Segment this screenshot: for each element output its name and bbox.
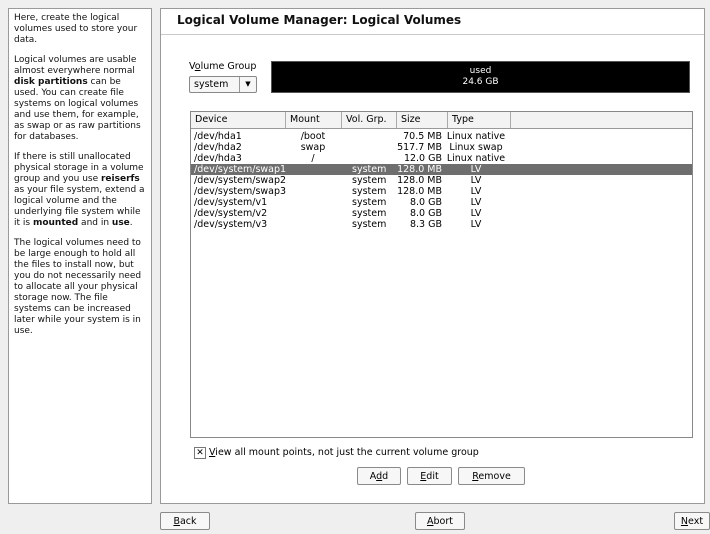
- edit-button[interactable]: Edit: [407, 467, 452, 485]
- table-row[interactable]: /dev/system/swap2 system 128.0 MB LV: [191, 175, 692, 186]
- usage-value: 24.6 GB: [462, 77, 499, 87]
- cell-device: /dev/system/swap2: [194, 175, 287, 186]
- usage-bar: used 24.6 GB: [271, 61, 690, 93]
- cell-device: /dev/system/v2: [194, 208, 268, 219]
- cell-vol-grp: system: [352, 208, 387, 219]
- add-button[interactable]: Add: [357, 467, 401, 485]
- cell-type: LV: [470, 186, 482, 197]
- remove-button[interactable]: Remove: [458, 467, 525, 485]
- cell-vol-grp: system: [352, 197, 387, 208]
- view-all-checkbox[interactable]: ✕: [194, 447, 206, 459]
- table-row[interactable]: /dev/system/v3 system 8.3 GB LV: [191, 219, 692, 230]
- cell-mount: /boot: [300, 131, 326, 142]
- help-paragraph: If there is still unallocated physical s…: [14, 152, 145, 228]
- cell-size: 8.3 GB: [409, 219, 442, 230]
- table-row[interactable]: /dev/hda2 swap 517.7 MB Linux swap: [191, 142, 692, 153]
- cell-size: 8.0 GB: [409, 208, 442, 219]
- column-header-type[interactable]: Type: [448, 112, 511, 128]
- checkmark-icon: ✕: [196, 448, 204, 458]
- cell-type: LV: [470, 175, 482, 186]
- cell-vol-grp: system: [352, 219, 387, 230]
- cell-mount: /: [311, 153, 315, 164]
- volume-group-label: Volume Group: [189, 61, 256, 72]
- volume-group-select[interactable]: system ▼: [189, 76, 257, 93]
- table-row-selected[interactable]: /dev/system/swap1 system 128.0 MB LV: [191, 164, 692, 175]
- usage-label: used: [469, 66, 492, 76]
- cell-size: 128.0 MB: [397, 175, 442, 186]
- cell-device: /dev/hda3: [194, 153, 242, 164]
- cell-size: 128.0 MB: [397, 164, 442, 175]
- cell-size: 8.0 GB: [409, 197, 442, 208]
- cell-type: Linux native: [446, 131, 506, 142]
- cell-type: Linux swap: [449, 142, 503, 153]
- cell-size: 517.7 MB: [397, 142, 442, 153]
- back-button[interactable]: Back: [160, 512, 210, 530]
- cell-device: /dev/system/swap3: [194, 186, 287, 197]
- cell-mount: swap: [300, 142, 326, 153]
- cell-size: 70.5 MB: [403, 131, 442, 142]
- cell-device: /dev/system/v1: [194, 197, 268, 208]
- title-divider: [161, 34, 704, 35]
- help-paragraph: Here, create the logical volumes used to…: [14, 13, 138, 45]
- main-panel: Logical Volume Manager: Logical Volumes …: [160, 8, 705, 504]
- column-header-mount[interactable]: Mount: [286, 112, 342, 128]
- cell-type: Linux native: [446, 153, 506, 164]
- cell-type: LV: [470, 197, 482, 208]
- table-row[interactable]: /dev/system/v1 system 8.0 GB LV: [191, 197, 692, 208]
- cell-vol-grp: system: [352, 175, 387, 186]
- help-paragraph: Logical volumes are usable almost everyw…: [14, 55, 141, 142]
- page-title: Logical Volume Manager: Logical Volumes: [177, 13, 462, 27]
- table-row[interactable]: /dev/system/swap3 system 128.0 MB LV: [191, 186, 692, 197]
- help-panel: Here, create the logical volumes used to…: [8, 8, 152, 504]
- cell-size: 128.0 MB: [397, 186, 442, 197]
- cell-device: /dev/hda1: [194, 131, 242, 142]
- cell-device: /dev/system/swap1: [194, 164, 287, 175]
- cell-vol-grp: system: [352, 186, 387, 197]
- cell-type: LV: [470, 164, 482, 175]
- column-header-vol-grp[interactable]: Vol. Grp.: [342, 112, 397, 128]
- volume-group-label-text: Volume Group: [189, 61, 257, 72]
- cell-vol-grp: system: [352, 164, 387, 175]
- table-header: Device Mount Vol. Grp. Size Type: [191, 112, 692, 129]
- column-header-size[interactable]: Size: [397, 112, 448, 128]
- cell-device: /dev/system/v3: [194, 219, 268, 230]
- abort-button[interactable]: Abort: [415, 512, 465, 530]
- help-paragraph: The logical volumes need to be large eno…: [14, 238, 142, 336]
- table-row[interactable]: /dev/hda3 / 12.0 GB Linux native: [191, 153, 692, 164]
- cell-device: /dev/hda2: [194, 142, 242, 153]
- view-all-label[interactable]: View all mount points, not just the curr…: [209, 447, 479, 458]
- chevron-down-icon[interactable]: ▼: [239, 77, 256, 92]
- next-button[interactable]: Next: [674, 512, 710, 530]
- table-row[interactable]: /dev/system/v2 system 8.0 GB LV: [191, 208, 692, 219]
- table-row[interactable]: /dev/hda1/boot 70.5 MB Linux native: [191, 131, 692, 142]
- column-header-device[interactable]: Device: [191, 112, 286, 128]
- cell-size: 12.0 GB: [403, 153, 442, 164]
- logical-volumes-table[interactable]: Device Mount Vol. Grp. Size Type /dev/hd…: [190, 111, 693, 438]
- cell-type: LV: [470, 219, 482, 230]
- cell-type: LV: [470, 208, 482, 219]
- volume-group-value: system: [194, 79, 229, 90]
